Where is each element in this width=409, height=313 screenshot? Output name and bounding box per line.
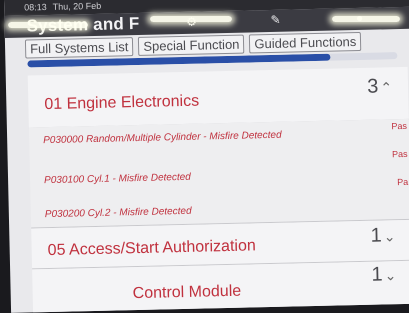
system-label: 01 Engine Electronics [44,92,200,114]
system-label: 05 Access/Start Authorization [47,237,256,260]
glare-highlight [332,16,400,22]
dtc-status: Pas [391,148,408,160]
dtc-item[interactable]: P030200 Cyl.2 - Misfire Detected [45,206,192,220]
tab-full-systems-list[interactable]: Full Systems List [24,37,134,59]
edit-icon[interactable]: ✎ [268,13,282,27]
dtc-item[interactable]: P030000 Random/Multiple Cylinder - Misfi… [43,130,282,146]
glare-highlight [8,22,88,28]
dtc-status: Pas [391,120,408,132]
dtc-list: P030000 Random/Multiple Cylinder - Misfi… [28,118,409,229]
chevron-up-icon[interactable]: ⌃ [380,79,392,95]
tab-special-function[interactable]: Special Function [138,34,245,56]
system-label: Control Module [132,282,242,303]
status-date: Thu, 20 Feb [52,0,102,12]
status-time: 08:13 [24,2,47,13]
glare-highlight [150,16,232,22]
system-row-control-module[interactable]: Control Module 1 ⌄ [32,260,409,313]
chevron-down-icon[interactable]: ⌄ [384,267,396,283]
tab-guided-functions[interactable]: Guided Functions [249,31,362,54]
dtc-status: Pa [397,176,409,188]
fault-count: 3 ⌃ [366,75,393,98]
fault-count: 1 ⌄ [371,263,397,286]
app-screen: 08:13 Thu, 20 Feb System and F ⚙ ✎ ● Ful… [4,0,409,313]
dtc-item[interactable]: P030100 Cyl.1 - Misfire Detected [44,172,191,186]
fault-count: 1 ⌄ [370,224,396,247]
chevron-down-icon[interactable]: ⌄ [384,228,396,244]
